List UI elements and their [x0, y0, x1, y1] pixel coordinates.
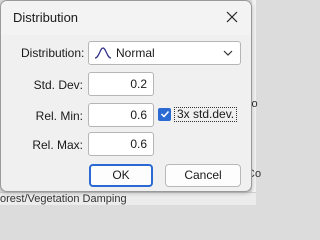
ok-button[interactable]: OK: [89, 164, 153, 187]
rel-min-field[interactable]: 0.6: [88, 103, 154, 127]
distribution-label: Distribution:: [21, 46, 85, 60]
three-std-dev-checkbox[interactable]: [158, 107, 171, 121]
three-std-dev-toggle[interactable]: 3x std.dev.: [158, 106, 238, 122]
rel-max-label: Rel. Max:: [32, 138, 83, 152]
chevron-down-icon: [223, 50, 233, 56]
close-icon: [226, 11, 238, 23]
background-panel: orest/Vegetation Damping: [0, 192, 256, 205]
three-std-dev-label: 3x std.dev.: [174, 106, 238, 122]
std-dev-label: Std. Dev:: [33, 78, 83, 92]
dialog-title: Distribution: [13, 10, 79, 25]
distribution-value: Normal: [116, 46, 155, 60]
dialog-titlebar[interactable]: Distribution: [1, 1, 251, 35]
rel-max-field[interactable]: 0.6: [88, 132, 154, 156]
std-dev-field[interactable]: 0.2: [88, 72, 154, 96]
distribution-select[interactable]: Normal: [88, 41, 241, 65]
checkmark-icon: [160, 110, 169, 118]
cancel-button[interactable]: Cancel: [165, 164, 241, 187]
close-button[interactable]: [219, 5, 245, 29]
rel-min-label: Rel. Min:: [35, 109, 83, 123]
normal-curve-icon: [94, 47, 112, 59]
background-text-fragment: orest/Vegetation Damping: [0, 193, 127, 205]
background-window-edge: [252, 0, 256, 192]
distribution-dialog: Distribution Distribution: Normal Std. D…: [0, 0, 252, 192]
